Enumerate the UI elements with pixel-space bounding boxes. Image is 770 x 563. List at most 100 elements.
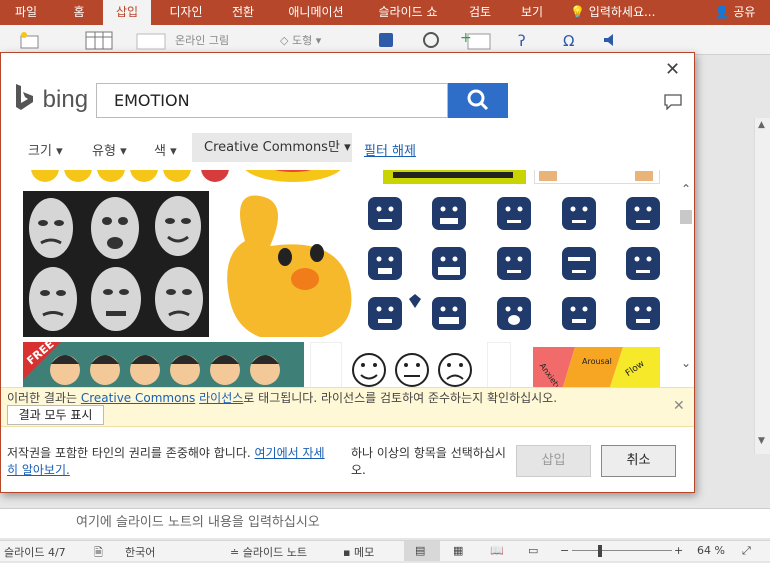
spellcheck-icon[interactable]: 🗎: [94, 544, 103, 563]
svg-text:ʔ: ʔ: [518, 32, 526, 50]
thumb-emoji-row[interactable]: [23, 170, 233, 184]
filter-type[interactable]: 유형 ▾: [92, 140, 127, 159]
insert-button[interactable]: 삽입: [516, 445, 591, 477]
zoom-out-icon[interactable]: −: [560, 544, 569, 557]
audio-icon[interactable]: [600, 30, 622, 50]
notes-pane[interactable]: 여기에 슬라이드 노트의 내용을 입력하십시오: [0, 508, 770, 538]
close-icon[interactable]: ✕: [665, 59, 680, 80]
thumb-navy-emoticons[interactable]: [368, 191, 660, 337]
tab-design[interactable]: 디자인: [160, 0, 212, 25]
notes-toggle[interactable]: ≐ 슬라이드 노트: [230, 544, 307, 560]
online-pictures-button[interactable]: 온라인 그림: [175, 32, 229, 48]
thumb-faces-partial[interactable]: [534, 170, 660, 184]
filter-size[interactable]: 크기 ▾: [28, 140, 63, 159]
normal-view-icon: ▤: [415, 544, 426, 557]
search-input[interactable]: EMOTION: [96, 83, 448, 118]
rights-text: 저작권을 포함한 타인의 권리를 존중해야 합니다.: [7, 446, 255, 460]
tab-insert[interactable]: 삽입: [103, 0, 151, 25]
notes-toggle-icon: ≐: [230, 546, 240, 559]
tell-me-text: 입력하세요...: [588, 5, 656, 19]
fit-slide-icon[interactable]: ⤢: [742, 544, 751, 558]
symbol-icon[interactable]: Ω: [560, 30, 582, 50]
textbox-icon[interactable]: +: [460, 30, 492, 50]
new-slide-icon[interactable]: [18, 30, 40, 50]
thumb-yellow[interactable]: [383, 170, 526, 184]
notice-suffix: 로 태그됩니다. 라이선스를 검토하여 준수하는지 확인하십시오.: [243, 391, 558, 405]
free-faces-image: [23, 342, 280, 385]
show-all-results-button[interactable]: 결과 모두 표시: [7, 405, 104, 425]
reading-view-icon[interactable]: 📖: [490, 544, 504, 557]
license-link[interactable]: 라이선스: [199, 391, 243, 405]
feedback-icon[interactable]: [664, 94, 682, 110]
svg-text:Ω: Ω: [563, 32, 574, 50]
creative-commons-link[interactable]: Creative Commons: [81, 391, 195, 405]
zoom-slider[interactable]: [572, 550, 672, 551]
thumb-flow-chart[interactable]: Arousal Anxiety Flow: [517, 342, 660, 390]
comments-toggle[interactable]: ▪ 메모: [343, 544, 374, 560]
thumb-blank[interactable]: [310, 342, 342, 390]
chevron-down-icon: ▾: [120, 144, 127, 159]
search-button[interactable]: [448, 83, 508, 118]
thumb-masks[interactable]: [23, 191, 209, 337]
image-results-grid: FREE Arousal Anxiety Flow: [1, 170, 694, 390]
thumb-free-faces[interactable]: FREE: [23, 342, 304, 390]
table-icon[interactable]: [85, 30, 113, 50]
editor-scrollbar[interactable]: ▲ ▼: [754, 118, 770, 454]
filter-creative-commons[interactable]: Creative Commons만 ▾: [192, 133, 352, 162]
tab-animations[interactable]: 애니메이션: [278, 0, 354, 25]
svg-text:+: +: [460, 30, 472, 46]
cancel-button[interactable]: 취소: [601, 445, 676, 477]
thumb-line-faces[interactable]: [345, 342, 483, 390]
pictures-icon[interactable]: [136, 30, 166, 50]
share-button[interactable]: 👤 공유: [705, 0, 765, 25]
person-icon: 👤: [714, 5, 730, 19]
addins-icon[interactable]: [420, 30, 442, 50]
thumb-big-emoji[interactable]: [237, 170, 349, 184]
slideshow-view-icon[interactable]: ▭: [528, 544, 538, 557]
results-scroll-thumb[interactable]: [680, 210, 692, 224]
zoom-in-icon[interactable]: +: [674, 544, 683, 557]
shapes-label: 도형: [291, 34, 313, 47]
close-icon[interactable]: ✕: [673, 398, 685, 414]
zoom-level[interactable]: 64 %: [697, 544, 725, 557]
language-indicator[interactable]: 한국어: [125, 544, 155, 560]
sorter-view-icon[interactable]: ▦: [453, 544, 463, 557]
filter-color[interactable]: 색 ▾: [154, 140, 177, 159]
tab-slideshow[interactable]: 슬라이드 쇼: [368, 0, 448, 25]
shapes-button[interactable]: ◇ 도형 ▾: [280, 32, 321, 48]
tab-home[interactable]: 홈: [60, 0, 98, 25]
tab-view[interactable]: 보기: [510, 0, 554, 25]
license-notice-bar: 이러한 결과는 Creative Commons 라이선스로 태그됩니다. 라이…: [1, 387, 694, 427]
scroll-up-icon[interactable]: ▲: [758, 120, 765, 130]
license-notice-text: 이러한 결과는 Creative Commons 라이선스로 태그됩니다. 라이…: [7, 389, 557, 406]
masks-image: [29, 196, 203, 331]
slide-counter: 슬라이드 4/7: [4, 546, 66, 559]
thumb-blank-2[interactable]: [487, 342, 511, 390]
chevron-up-icon[interactable]: ⌃: [681, 182, 691, 196]
equation-icon[interactable]: ʔ: [515, 30, 537, 50]
comment-icon: ▪: [343, 546, 351, 559]
selection-hint: 하나 이상의 항목을 선택하십시오.: [351, 446, 506, 477]
big-emoji-image: [245, 170, 341, 182]
lightbulb-icon: 💡: [570, 5, 585, 19]
tab-review[interactable]: 검토: [460, 0, 500, 25]
tab-transitions[interactable]: 전환: [222, 0, 264, 25]
chevron-down-icon: ▾: [170, 144, 177, 159]
notes-toggle-label: 슬라이드 노트: [242, 546, 307, 559]
tab-file[interactable]: 파일: [0, 0, 52, 25]
filter-cc-label: Creative Commons만: [204, 140, 340, 155]
tell-me-box[interactable]: 💡 입력하세요...: [570, 0, 690, 25]
results-scrollbar[interactable]: ⌃ ⌄: [679, 170, 694, 390]
clear-filters-link[interactable]: 필터 해제: [364, 140, 416, 159]
zoom-slider-thumb[interactable]: [598, 545, 602, 557]
navy-emoticons-image: [368, 197, 660, 330]
chevron-down-icon[interactable]: ⌄: [681, 356, 691, 370]
smartart-icon[interactable]: [375, 30, 397, 50]
thumb-yellow-blob[interactable]: [215, 191, 362, 337]
chevron-down-icon: ▾: [344, 140, 351, 155]
scroll-down-icon[interactable]: ▼: [758, 436, 765, 446]
shapes-icon: ◇: [280, 34, 289, 47]
chevron-down-icon: ▾: [56, 144, 63, 159]
status-bar: 슬라이드 4/7 🗎 한국어 ≐ 슬라이드 노트 ▪ 메모 ▤ ▦ 📖 ▭ − …: [0, 540, 770, 561]
yellow-blob-image: [227, 195, 352, 337]
